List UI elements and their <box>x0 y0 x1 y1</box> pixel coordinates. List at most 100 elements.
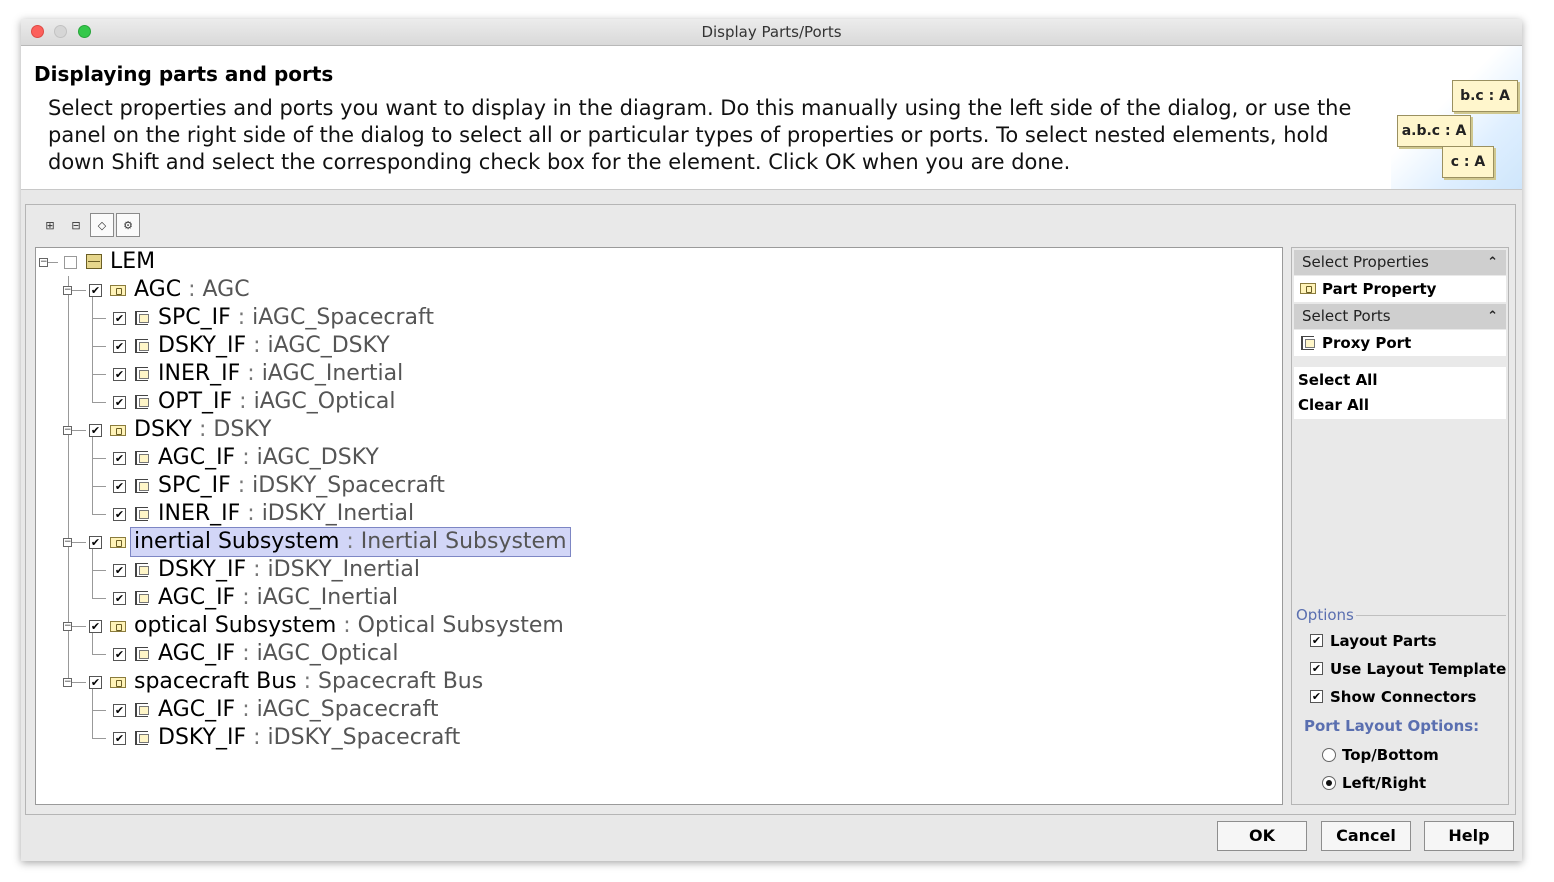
tree-item-label[interactable]: AGC_IF : iAGC_DSKY <box>158 444 379 472</box>
select-ports-header[interactable]: Select Ports ⌃ <box>1294 304 1506 329</box>
content-panel: ⊞ ⊟ ◇ ⚙ − LEM − ✔ AGC : AGC ✔ SPC_IF : iAGC_Sp… <box>25 204 1516 815</box>
collapse-toggle-icon[interactable]: − <box>63 286 72 295</box>
top-bottom-radio[interactable] <box>1322 748 1336 762</box>
select-clear-box: Select All Clear All <box>1294 367 1506 419</box>
tree-item-checkbox[interactable]: ✔ <box>113 732 126 745</box>
tree-port-row[interactable]: ✔ SPC_IF : iAGC_Spacecraft <box>36 304 1276 332</box>
show-connectors-checkbox[interactable]: ✔ <box>1310 690 1323 703</box>
tree-item-checkbox[interactable]: ✔ <box>113 480 126 493</box>
cancel-button[interactable]: Cancel <box>1321 821 1411 851</box>
collapse-toggle-icon[interactable]: − <box>63 538 72 547</box>
tree-item-label[interactable]: SPC_IF : iAGC_Spacecraft <box>158 304 434 332</box>
block-icon <box>86 254 102 269</box>
tree-part-row[interactable]: − ✔ inertial Subsystem : Inertial Subsyste… <box>36 527 1276 557</box>
help-button[interactable]: Help <box>1424 821 1514 851</box>
tree-port-row[interactable]: ✔ AGC_IF : iAGC_Spacecraft <box>36 696 1276 724</box>
tree-guide-line <box>92 346 106 347</box>
illustration-box-abc: a.b.c : A <box>1397 115 1471 147</box>
ok-button[interactable]: OK <box>1217 821 1307 851</box>
part-property-icon <box>110 621 126 632</box>
tree-item-checkbox[interactable]: ✔ <box>113 340 126 353</box>
tree-item-checkbox[interactable]: ✔ <box>89 424 102 437</box>
tree-item-checkbox[interactable]: ✔ <box>89 676 102 689</box>
tree-item-label[interactable]: LEM <box>110 248 155 276</box>
collapse-chevron-icon[interactable]: ⌃ <box>1487 250 1498 275</box>
tree-item-label[interactable]: AGC_IF : iAGC_Optical <box>158 640 399 668</box>
collapse-chevron-icon[interactable]: ⌃ <box>1487 304 1498 329</box>
tree-item-checkbox[interactable]: ✔ <box>113 564 126 577</box>
collapse-toggle-icon[interactable]: − <box>63 622 72 631</box>
expand-all-icon[interactable]: ⊞ <box>38 213 62 237</box>
tree-port-row[interactable]: ✔ AGC_IF : iAGC_Optical <box>36 640 1276 668</box>
collapse-toggle-icon[interactable]: − <box>39 258 48 267</box>
tree-part-row[interactable]: − ✔ optical Subsystem : Optical Subsystem <box>36 612 1276 640</box>
tree-item-label[interactable]: SPC_IF : iDSKY_Spacecraft <box>158 472 445 500</box>
tree-item-checkbox[interactable] <box>64 256 77 269</box>
type-separator: : <box>246 725 268 750</box>
type-separator: : <box>240 501 262 526</box>
type-separator: : <box>230 305 253 330</box>
select-all-link[interactable]: Select All <box>1298 370 1377 390</box>
part-property-item[interactable]: Part Property <box>1294 276 1506 302</box>
tree-item-checkbox[interactable]: ✔ <box>113 508 126 521</box>
tree-guide-line <box>92 458 106 459</box>
collapse-toggle-icon[interactable]: − <box>63 426 72 435</box>
tree-port-row[interactable]: ✔ INER_IF : iDSKY_Inertial <box>36 500 1276 528</box>
show-properties-icon[interactable]: ⚙ <box>116 213 140 237</box>
proxy-port-item[interactable]: Proxy Port <box>1294 330 1506 356</box>
tree-item-checkbox[interactable]: ✔ <box>113 368 126 381</box>
part-property-icon <box>110 285 126 296</box>
layout-parts-checkbox[interactable]: ✔ <box>1310 634 1323 647</box>
tree-guide-line <box>92 388 93 402</box>
tree-item-checkbox[interactable]: ✔ <box>113 648 126 661</box>
tree-port-row[interactable]: ✔ DSKY_IF : iAGC_DSKY <box>36 332 1276 360</box>
tree-item-label[interactable]: inertial Subsystem : Inertial Subsystem <box>130 527 571 557</box>
tree-item-label[interactable]: DSKY_IF : iAGC_DSKY <box>158 332 390 360</box>
clear-all-link[interactable]: Clear All <box>1298 395 1369 415</box>
tree-item-label[interactable]: AGC : AGC <box>134 276 250 304</box>
use-layout-template-checkbox[interactable]: ✔ <box>1310 662 1323 675</box>
proxy-port-icon <box>135 507 149 521</box>
tree-item-checkbox[interactable]: ✔ <box>89 536 102 549</box>
element-type: iAGC_DSKY <box>267 333 390 358</box>
tree-item-label[interactable]: optical Subsystem : Optical Subsystem <box>134 612 564 640</box>
tree-item-label[interactable]: INER_IF : iDSKY_Inertial <box>158 500 414 528</box>
show-ports-icon[interactable]: ◇ <box>90 213 114 237</box>
tree-port-row[interactable]: ✔ INER_IF : iAGC_Inertial <box>36 360 1276 388</box>
type-separator: : <box>232 389 254 414</box>
tree-port-row[interactable]: ✔ AGC_IF : iAGC_DSKY <box>36 444 1276 472</box>
tree-part-row[interactable]: − ✔ AGC : AGC <box>36 276 1276 304</box>
tree-port-row[interactable]: ✔ OPT_IF : iAGC_Optical <box>36 388 1276 416</box>
tree-item-checkbox[interactable]: ✔ <box>113 592 126 605</box>
tree-item-label[interactable]: spacecraft Bus : Spacecraft Bus <box>134 668 483 696</box>
element-type: Spacecraft Bus <box>318 669 484 694</box>
tree-item-label[interactable]: DSKY : DSKY <box>134 416 271 444</box>
collapse-toggle-icon[interactable]: − <box>63 678 72 687</box>
tree-part-row[interactable]: − ✔ spacecraft Bus : Spacecraft Bus <box>36 668 1276 696</box>
select-properties-header[interactable]: Select Properties ⌃ <box>1294 250 1506 275</box>
tree-item-checkbox[interactable]: ✔ <box>113 704 126 717</box>
tree-item-checkbox[interactable]: ✔ <box>89 620 102 633</box>
element-name: DSKY <box>134 417 192 442</box>
proxy-port-icon <box>135 731 149 745</box>
tree-item-label[interactable]: INER_IF : iAGC_Inertial <box>158 360 403 388</box>
tree-item-label[interactable]: DSKY_IF : iDSKY_Inertial <box>158 556 420 584</box>
tree-part-row[interactable]: − ✔ DSKY : DSKY <box>36 416 1276 444</box>
tree-item-label[interactable]: AGC_IF : iAGC_Spacecraft <box>158 696 438 724</box>
collapse-all-icon[interactable]: ⊟ <box>64 213 88 237</box>
tree-item-checkbox[interactable]: ✔ <box>113 396 126 409</box>
tree-item-checkbox[interactable]: ✔ <box>89 284 102 297</box>
tree-port-row[interactable]: ✔ AGC_IF : iAGC_Inertial <box>36 584 1276 612</box>
tree-port-row[interactable]: ✔ DSKY_IF : iDSKY_Spacecraft <box>36 724 1276 752</box>
tree-port-row[interactable]: ✔ DSKY_IF : iDSKY_Inertial <box>36 556 1276 584</box>
title-bar[interactable]: Display Parts/Ports <box>21 19 1522 46</box>
tree-item-checkbox[interactable]: ✔ <box>113 312 126 325</box>
parts-ports-tree[interactable]: − LEM − ✔ AGC : AGC ✔ SPC_IF : iAGC_Spacecraft… <box>35 247 1283 805</box>
tree-item-label[interactable]: OPT_IF : iAGC_Optical <box>158 388 395 416</box>
tree-item-label[interactable]: DSKY_IF : iDSKY_Spacecraft <box>158 724 460 752</box>
tree-item-label[interactable]: AGC_IF : iAGC_Inertial <box>158 584 398 612</box>
tree-port-row[interactable]: ✔ SPC_IF : iDSKY_Spacecraft <box>36 472 1276 500</box>
left-right-radio[interactable] <box>1322 776 1336 790</box>
tree-root-row[interactable]: − LEM <box>36 248 1276 276</box>
tree-item-checkbox[interactable]: ✔ <box>113 452 126 465</box>
